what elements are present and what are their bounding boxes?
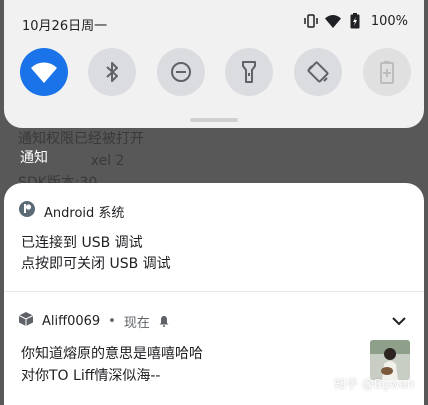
dnd-icon [171,62,191,82]
status-date: 10月26日周一 [22,19,108,34]
flashlight-icon [242,61,256,83]
wifi-icon [31,62,57,83]
notification-title[interactable]: 你知道熔原的意思是嘻嘻哈哈 [21,343,203,363]
auto-rotate-tile[interactable] [294,48,342,96]
notification-app-name: Aliff0069 [42,313,101,329]
flashlight-tile[interactable] [225,48,273,96]
notification-body[interactable]: 点按即可关闭 USB 调试 [21,253,171,273]
wifi-icon [324,13,341,29]
battery-saver-tile[interactable] [363,48,411,96]
notification-body[interactable]: 对你TO Liff情深似海-- [21,365,160,385]
vibrate-icon [303,13,319,29]
battery-saver-icon [380,61,394,84]
android-system-icon [18,200,36,222]
shade-drag-handle[interactable] [190,118,238,122]
wifi-tile[interactable] [20,48,68,96]
quick-settings-panel: 10月26日周一 100% [4,0,424,128]
quick-settings-tiles [20,48,416,98]
watermark: 知乎 @Bgwan [334,377,415,391]
background-app-title: 通知 [0,146,90,170]
notification-title[interactable]: 已连接到 USB 调试 [21,232,143,252]
battery-icon [347,13,363,29]
background-text-line: 通知权限已经被打开 [18,131,144,147]
battery-percent: 100% [370,13,408,29]
notification-separator: • [108,313,116,329]
rotate-icon [307,61,329,83]
notification-divider [4,291,424,292]
notification-header[interactable]: Android 系统 [18,200,124,222]
background-app: 通知权限已经被打开 号:Pixel 2 SDK版本:30 通知 [0,118,428,191]
bell-icon [158,312,170,331]
bluetooth-tile[interactable] [88,48,136,96]
notification-thumbnail [370,340,410,380]
notification-card: Android 系统 已连接到 USB 调试 点按即可关闭 USB 调试 Ali… [4,183,424,405]
app-cube-icon [18,311,34,331]
notification-time: 现在 [123,315,150,331]
bluetooth-icon [106,62,118,82]
status-icons: 100% [303,13,408,29]
chevron-down-icon[interactable] [390,312,408,334]
notification-header[interactable]: Aliff0069 • 现在 [18,311,170,331]
dnd-tile[interactable] [157,48,205,96]
notification-app-name: Android 系统 [44,205,125,221]
